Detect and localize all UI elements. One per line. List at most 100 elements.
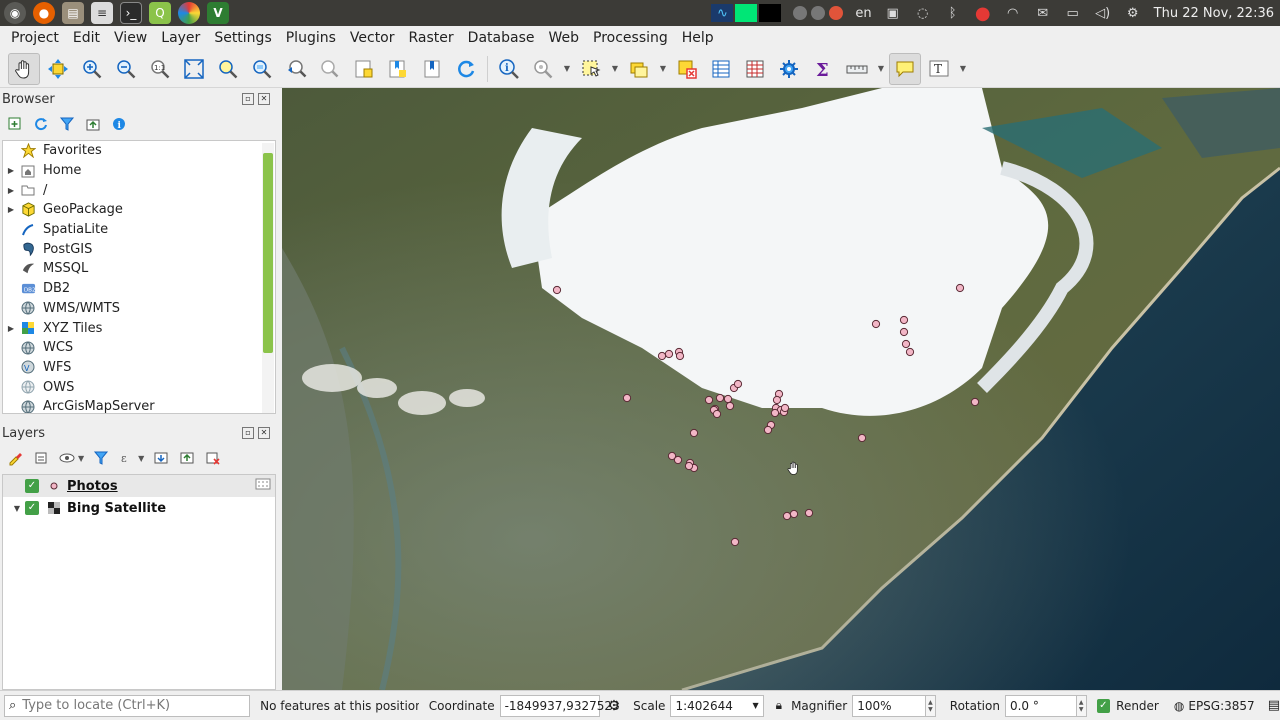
extents-toggle-icon[interactable]: ⚙: [608, 698, 621, 714]
magnifier-field[interactable]: 100%: [852, 694, 927, 717]
locator-bar[interactable]: ⌕ Type to locate (Ctrl+K): [4, 694, 251, 717]
photo-point-marker[interactable]: [675, 351, 685, 361]
photo-point-marker[interactable]: [770, 408, 780, 418]
menu-database[interactable]: Database: [461, 30, 542, 46]
select-features-icon[interactable]: [575, 53, 607, 85]
wifi-icon[interactable]: ◠: [1004, 4, 1022, 22]
menu-help[interactable]: Help: [675, 30, 721, 46]
photo-point-marker[interactable]: [664, 349, 674, 359]
close-panel-icon[interactable]: ✕: [258, 93, 270, 105]
attribute-table-icon[interactable]: [705, 53, 737, 85]
keyboard-layout[interactable]: en: [855, 6, 871, 21]
browser-item-db2[interactable]: DB2 DB2: [3, 279, 275, 299]
photo-point-marker[interactable]: [684, 461, 694, 471]
photo-point-marker[interactable]: [871, 319, 881, 329]
photo-point-marker[interactable]: [901, 339, 911, 349]
zoom-in-icon[interactable]: [76, 53, 108, 85]
browser-item-arcgismapserver[interactable]: ArcGisMapServer: [3, 397, 275, 413]
layer-row-bing-satellite[interactable]: ▼ ✓ Bing Satellite: [3, 497, 275, 519]
zoom-to-layer-icon[interactable]: [246, 53, 278, 85]
green-indicator-icon[interactable]: [735, 4, 758, 22]
statistics-table-icon[interactable]: [739, 53, 771, 85]
expand-arrow-icon[interactable]: ▶: [3, 205, 19, 214]
browser-scrollbar-thumb[interactable]: [263, 153, 273, 353]
zoom-full-icon[interactable]: [178, 53, 210, 85]
crs-globe-icon[interactable]: ◍: [1174, 699, 1184, 713]
layer-visibility-checkbox[interactable]: ✓: [25, 501, 39, 515]
volume-icon[interactable]: ◁): [1094, 4, 1112, 22]
zoom-last-icon[interactable]: [280, 53, 312, 85]
render-checkbox[interactable]: ✓: [1096, 698, 1111, 713]
menu-settings[interactable]: Settings: [207, 30, 278, 46]
filter-browser-icon[interactable]: [58, 115, 76, 133]
refresh-browser-icon[interactable]: [32, 115, 50, 133]
expression-dropdown-icon[interactable]: ▼: [138, 454, 144, 463]
visibility-dropdown-icon[interactable]: ▼: [78, 454, 84, 463]
layer-indicator-icon[interactable]: [255, 478, 271, 494]
photo-point-marker[interactable]: [955, 283, 965, 293]
measure-line-icon[interactable]: [841, 53, 873, 85]
remove-layer-icon[interactable]: [204, 449, 222, 467]
style-brush-icon[interactable]: [6, 449, 24, 467]
select-by-value-icon[interactable]: [623, 53, 655, 85]
menu-project[interactable]: Project: [4, 30, 66, 46]
show-bookmarks-icon[interactable]: [382, 53, 414, 85]
browser-item-ows[interactable]: OWS: [3, 377, 275, 397]
maximize-button[interactable]: [811, 6, 826, 20]
photo-point-marker[interactable]: [899, 315, 909, 325]
zoom-to-selection-icon[interactable]: [212, 53, 244, 85]
expand-all-icon[interactable]: [152, 449, 170, 467]
photo-point-marker[interactable]: [763, 425, 773, 435]
annotation-dropdown-icon[interactable]: ▼: [957, 53, 969, 85]
menu-raster[interactable]: Raster: [402, 30, 461, 46]
menu-web[interactable]: Web: [541, 30, 586, 46]
crs-label[interactable]: EPSG:3857: [1188, 699, 1254, 713]
browser-item-postgis[interactable]: PostGIS: [3, 239, 275, 259]
layer-visibility-checkbox[interactable]: ✓: [25, 479, 39, 493]
map-canvas[interactable]: [282, 88, 1280, 690]
photo-point-marker[interactable]: [857, 433, 867, 443]
statistical-summary-icon[interactable]: Σ: [807, 53, 839, 85]
new-bookmark-icon[interactable]: [348, 53, 380, 85]
zoom-next-icon[interactable]: [314, 53, 346, 85]
expand-arrow-icon[interactable]: ▶: [3, 324, 19, 333]
add-group-icon[interactable]: [32, 449, 50, 467]
black-indicator-icon[interactable]: [759, 4, 782, 22]
scale-combo[interactable]: 1:402644 ▼: [670, 694, 764, 717]
zoom-out-icon[interactable]: [110, 53, 142, 85]
photo-point-marker[interactable]: [723, 394, 733, 404]
toolbox-gear-icon[interactable]: [773, 53, 805, 85]
menu-vector[interactable]: Vector: [343, 30, 402, 46]
photo-point-marker[interactable]: [622, 393, 632, 403]
pan-to-selection-icon[interactable]: [42, 53, 74, 85]
photo-point-marker[interactable]: [772, 395, 782, 405]
manage-visibility-icon[interactable]: [58, 449, 76, 467]
float-panel-icon[interactable]: ▫: [242, 93, 254, 105]
browser-item-favorites[interactable]: Favorites: [3, 141, 275, 161]
record-icon[interactable]: ●: [974, 3, 992, 24]
battery-icon[interactable]: ▭: [1064, 4, 1082, 22]
collapse-all-layers-icon[interactable]: [178, 449, 196, 467]
files-icon[interactable]: ▤: [62, 2, 84, 24]
pan-hand-icon[interactable]: [8, 52, 40, 85]
photo-point-marker[interactable]: [730, 537, 740, 547]
photo-point-marker[interactable]: [782, 511, 792, 521]
map-tips-icon[interactable]: [889, 52, 921, 85]
photo-point-marker[interactable]: [673, 455, 683, 465]
photo-point-marker[interactable]: [733, 379, 743, 389]
browser-scrollbar[interactable]: [262, 143, 274, 413]
menu-view[interactable]: View: [107, 30, 154, 46]
mail-icon[interactable]: ✉: [1034, 4, 1052, 22]
browser-item-root[interactable]: ▶ /: [3, 180, 275, 200]
browser-item-home[interactable]: ▶ Home: [3, 161, 275, 181]
vim-icon[interactable]: V: [207, 2, 229, 24]
zoom-native-resolution-icon[interactable]: 1:1: [144, 53, 176, 85]
photo-point-marker[interactable]: [552, 285, 562, 295]
browser-item-wms-wmts[interactable]: WMS/WMTS: [3, 299, 275, 319]
menu-processing[interactable]: Processing: [586, 30, 675, 46]
photo-point-marker[interactable]: [689, 428, 699, 438]
photo-point-marker[interactable]: [715, 393, 725, 403]
clock[interactable]: Thu 22 Nov, 22:36: [1154, 6, 1274, 21]
firefox-icon[interactable]: ●: [33, 2, 55, 24]
ubuntu-logo-icon[interactable]: ◉: [4, 2, 26, 24]
